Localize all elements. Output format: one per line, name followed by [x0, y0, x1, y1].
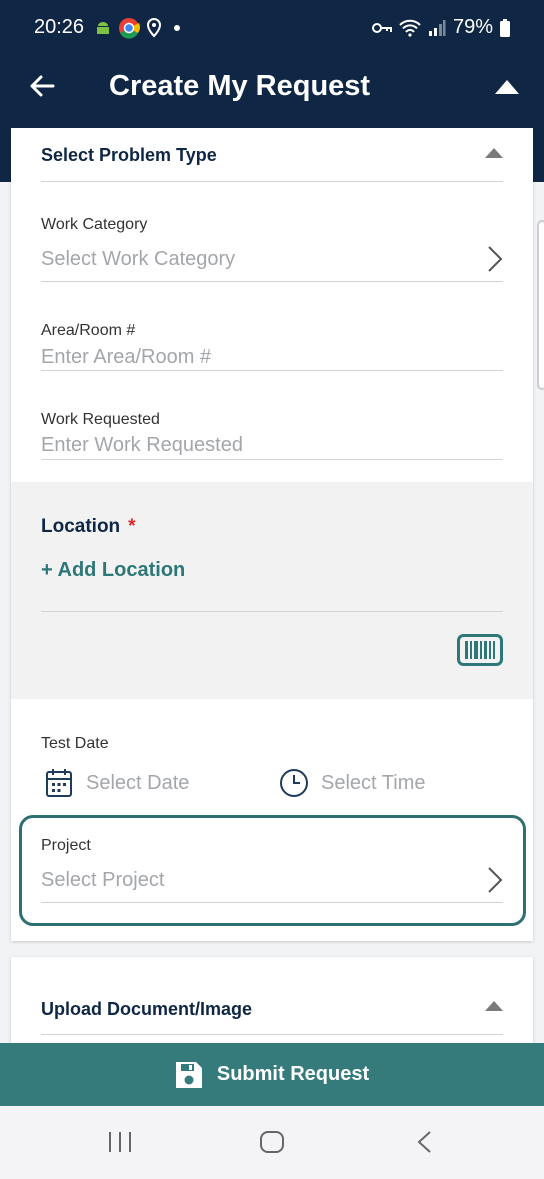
select-date-field[interactable]: Select Date	[86, 772, 189, 795]
divider	[41, 370, 503, 371]
project-label: Project	[41, 837, 91, 854]
divider	[41, 1034, 503, 1035]
battery-percent: 79%	[452, 16, 493, 38]
work-requested-input[interactable]: Enter Work Requested	[41, 434, 243, 457]
work-category-label: Work Category	[41, 216, 148, 233]
section-title-problem-type: Select Problem Type	[41, 145, 217, 165]
location-label: Location *	[41, 516, 136, 537]
divider	[41, 281, 503, 282]
triangle-up-icon[interactable]	[494, 79, 520, 95]
android-icon	[97, 22, 109, 34]
clock-icon[interactable]	[279, 768, 309, 798]
submit-request-label: Submit Request	[216, 1063, 370, 1085]
project-select[interactable]: Select Project	[41, 869, 164, 892]
required-mark: *	[128, 516, 136, 537]
submit-request-button[interactable]: Submit Request	[0, 1043, 544, 1106]
area-room-input[interactable]: Enter Area/Room #	[41, 346, 211, 369]
section-title-upload: Upload Document/Image	[41, 999, 253, 1019]
system-nav-bar	[0, 1106, 544, 1179]
divider	[41, 611, 503, 612]
scroll-indicator[interactable]	[537, 220, 544, 390]
work-category-select[interactable]: Select Work Category	[41, 248, 235, 271]
location-icon	[146, 18, 162, 38]
back-nav-icon[interactable]	[415, 1130, 435, 1154]
location-section: Location * + Add Location	[11, 482, 533, 699]
status-right-icons: 79%	[371, 16, 510, 39]
back-arrow-icon[interactable]	[28, 72, 56, 100]
signal-icon	[428, 19, 446, 36]
add-location-button[interactable]: + Add Location	[41, 559, 185, 582]
battery-icon	[500, 18, 510, 37]
status-time: 20:26	[34, 16, 85, 38]
save-icon	[175, 1061, 202, 1088]
dot-icon	[174, 25, 180, 31]
calendar-icon[interactable]	[45, 768, 73, 798]
area-room-label: Area/Room #	[41, 322, 136, 339]
page-title: Create My Request	[109, 70, 371, 102]
divider	[41, 181, 503, 182]
collapse-section-icon[interactable]	[485, 1001, 503, 1011]
chevron-right-icon[interactable]	[487, 866, 503, 894]
collapse-section-icon[interactable]	[485, 148, 503, 158]
key-icon	[371, 22, 392, 33]
test-date-label: Test Date	[41, 735, 109, 752]
divider	[41, 459, 503, 460]
chrome-icon	[119, 18, 140, 39]
home-icon[interactable]	[259, 1130, 285, 1154]
status-bar: 20:26 79%	[0, 0, 544, 58]
divider	[41, 902, 503, 903]
work-requested-label: Work Requested	[41, 411, 160, 428]
date-time-row: Select Date Select Time	[11, 754, 533, 797]
problem-type-card: Select Problem Type Work Category Select…	[11, 128, 533, 941]
barcode-scan-icon[interactable]	[457, 634, 503, 666]
status-left-icons	[94, 17, 186, 39]
wifi-icon	[399, 19, 421, 37]
select-time-field[interactable]: Select Time	[321, 772, 425, 795]
chevron-right-icon[interactable]	[487, 245, 503, 273]
recent-apps-icon[interactable]	[107, 1130, 133, 1154]
